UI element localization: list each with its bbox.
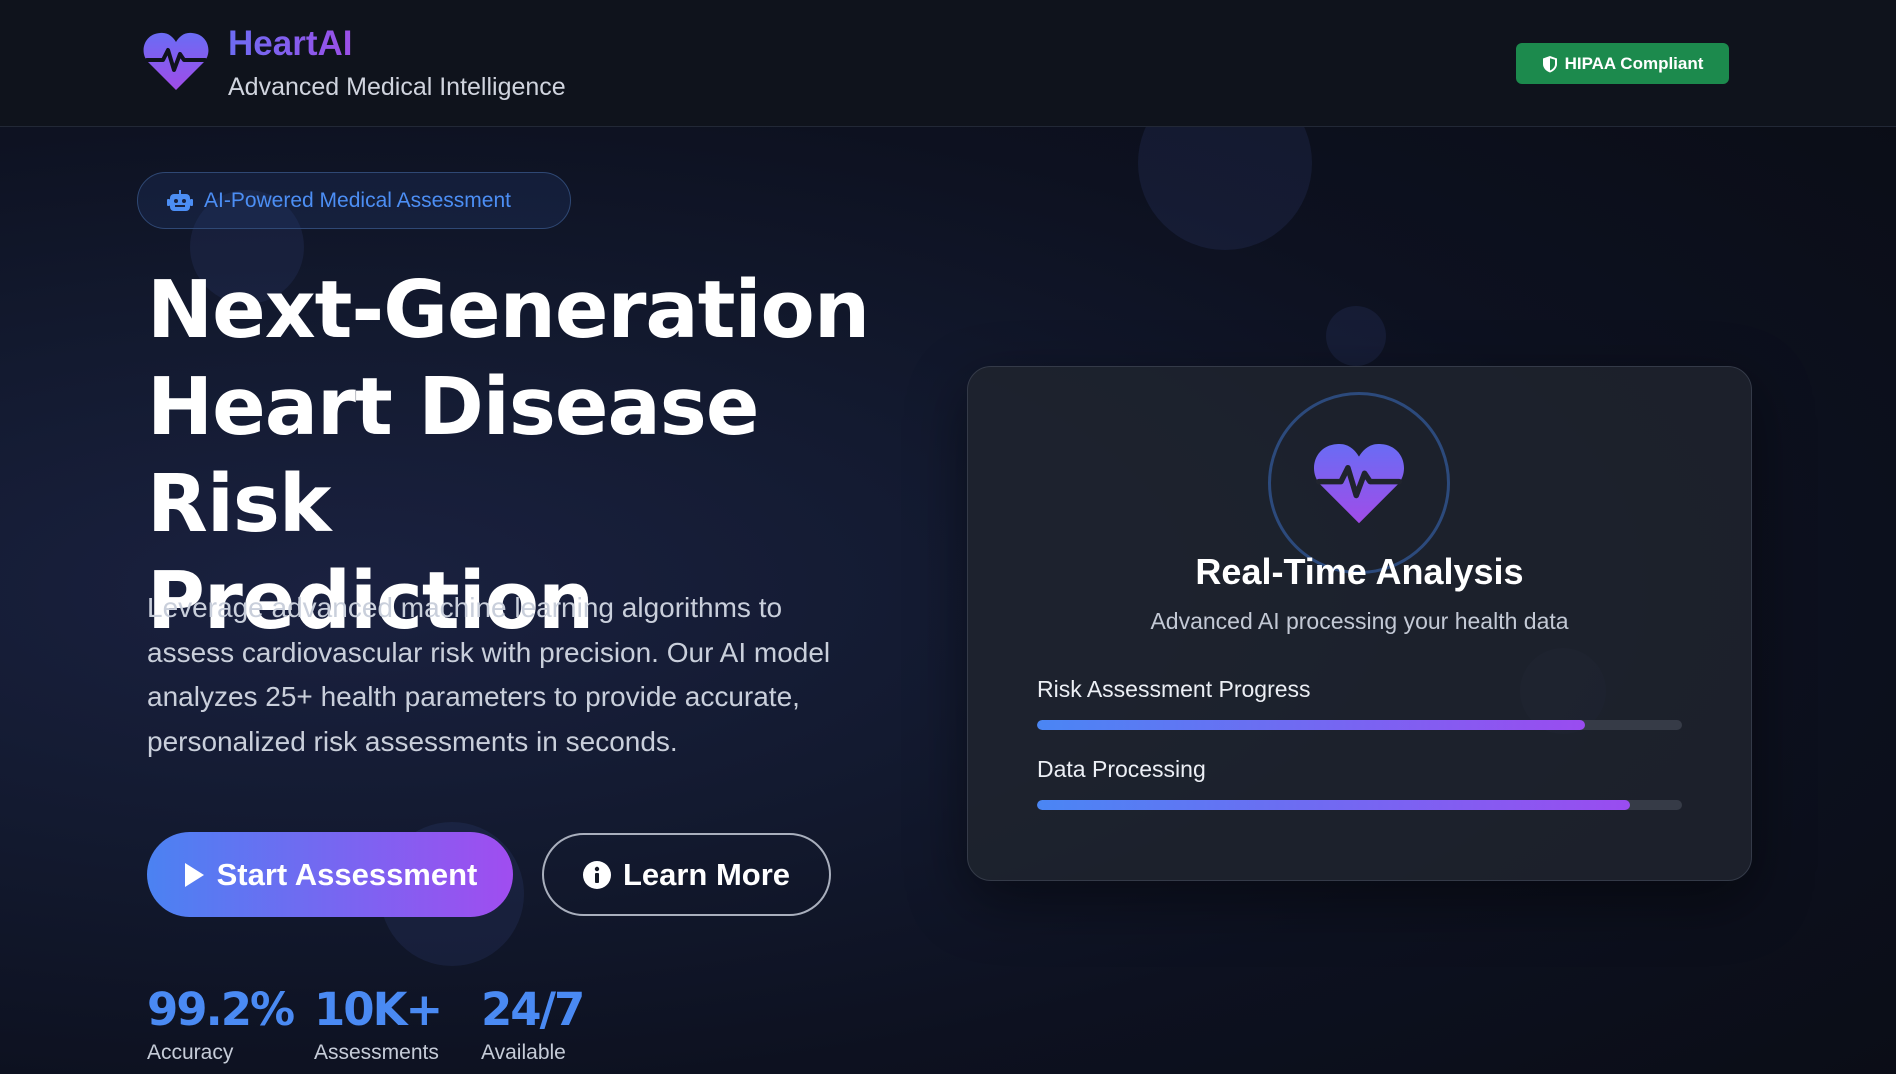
- stat-label: Assessments: [314, 1041, 439, 1064]
- stat-label: Accuracy: [147, 1041, 234, 1064]
- stat-value: 10K+: [314, 983, 443, 1036]
- ai-powered-pill: AI-Powered Medical Assessment: [137, 172, 571, 229]
- progress-fill: [1037, 720, 1586, 730]
- hero-description: Leverage advanced machine learning algor…: [147, 592, 831, 757]
- stat-value: 24/7: [481, 983, 585, 1036]
- info-icon: [582, 860, 611, 889]
- brand-tagline: Advanced Medical Intelligence: [228, 73, 566, 101]
- pill-label: AI-Powered Medical Assessment: [204, 188, 511, 212]
- heart-pulse-icon[interactable]: [143, 30, 209, 92]
- learn-more-button[interactable]: Learn More: [542, 833, 831, 916]
- brand-name: HeartAI: [228, 24, 353, 63]
- hipaa-badge-label: HIPAA Compliant: [1564, 53, 1704, 73]
- stat-assessments: 10K+ Assessments: [314, 983, 443, 1065]
- progress-fill: [1037, 800, 1631, 810]
- top-header: HeartAI Advanced Medical Intelligence HI…: [0, 0, 1896, 127]
- data-processing-progress-bar: [1037, 800, 1682, 810]
- start-assessment-label: Start Assessment: [216, 856, 478, 892]
- heart-pulse-icon: [1311, 440, 1407, 526]
- card-subtitle: Advanced AI processing your health data: [1150, 608, 1569, 634]
- stat-available: 24/7 Available: [481, 983, 585, 1065]
- shield-icon: [1542, 55, 1557, 72]
- stat-label: Available: [481, 1041, 566, 1064]
- risk-assessment-progress-bar: [1037, 720, 1682, 730]
- background-bubble: [1326, 306, 1386, 366]
- headline-line: Heart Disease Risk: [147, 361, 759, 550]
- play-icon: [184, 862, 204, 887]
- start-assessment-button[interactable]: Start Assessment: [147, 832, 513, 917]
- progress-label: Risk Assessment Progress: [1037, 676, 1311, 702]
- progress-label: Data Processing: [1037, 756, 1206, 782]
- stat-accuracy: 99.2% Accuracy: [147, 983, 295, 1065]
- robot-icon: [167, 189, 193, 211]
- headline-line: Next-Generation: [147, 264, 870, 356]
- hipaa-compliant-badge: HIPAA Compliant: [1516, 43, 1729, 84]
- stat-value: 99.2%: [147, 983, 295, 1036]
- card-title: Real-Time Analysis: [1195, 551, 1524, 592]
- learn-more-label: Learn More: [622, 856, 791, 892]
